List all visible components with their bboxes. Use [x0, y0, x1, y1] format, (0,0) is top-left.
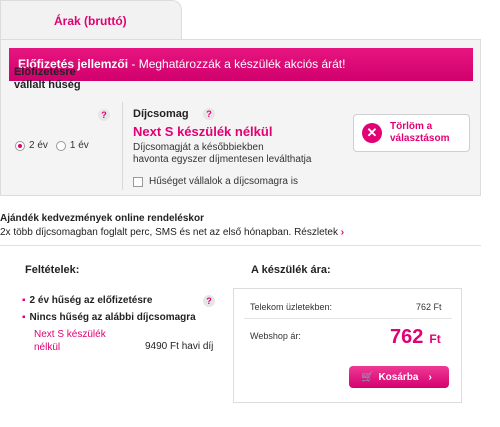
section-divider [0, 245, 481, 246]
bullet-icon: ▪ [22, 312, 26, 323]
add-to-cart-button[interactable]: 🛒 Kosárba › [349, 366, 449, 388]
webshop-price-value: 762 [390, 326, 424, 348]
gift-description: 2x több díjcsomagban foglalt perc, SMS é… [0, 227, 295, 238]
condition-package-line2: nélkül [34, 342, 61, 353]
radio-2-years[interactable] [15, 140, 25, 151]
clear-selection-line1: Törlöm a [390, 121, 433, 132]
condition-item-no-loyalty: ▪ Nincs hűség az alábbi díjcsomagra [22, 312, 196, 323]
price-divider [244, 318, 452, 319]
condition-package-link[interactable]: Next S készülék nélkül [34, 328, 124, 354]
commitment-radio-group: 2 év 1 év [15, 140, 89, 151]
condition-package-line1: Next S készülék [34, 329, 106, 340]
commitment-label-line1: Előfizetésre [14, 66, 76, 78]
condition-package-price: 9490 Ft havi díj [145, 341, 214, 352]
close-icon: ✕ [362, 123, 382, 143]
column-divider [122, 102, 123, 190]
webshop-price-unit: Ft [429, 332, 441, 346]
condition-item-commitment-text: 2 év hűség az előfizetésre [29, 295, 153, 306]
add-to-cart-label: Kosárba [378, 371, 419, 383]
gift-title: Ajándék kedvezmények online rendeléskor [0, 213, 204, 224]
clear-selection-line2: választásom [390, 133, 450, 144]
condition-item-no-loyalty-text: Nincs hűség az alábbi díjcsomagra [29, 312, 196, 323]
plan-description-line1: Díjcsomagját a későbbiekben [133, 142, 264, 153]
plan-description: Díjcsomagját a későbbiekben havonta egys… [133, 142, 323, 166]
radio-1-year[interactable] [55, 140, 66, 151]
store-price-label: Telekom üzletekben: [250, 302, 333, 312]
radio-2-years-label: 2 év [29, 140, 48, 151]
gift-text: 2x több díjcsomagban foglalt perc, SMS é… [0, 227, 344, 238]
conditions-help-icon[interactable]: ? [203, 295, 215, 307]
clear-selection-label: Törlöm a választásom [390, 121, 449, 145]
webshop-price-label: Webshop ár: [250, 331, 301, 341]
condition-item-commitment: ▪ 2 év hűség az előfizetésre [22, 295, 152, 306]
radio-1-year-label: 1 év [69, 140, 89, 151]
plan-title: Díjcsomag [133, 108, 189, 120]
cart-icon: 🛒 [361, 371, 374, 383]
commitment-help-icon[interactable]: ? [98, 109, 110, 121]
loyalty-checkbox[interactable] [133, 176, 143, 187]
clear-selection-button[interactable]: ✕ Törlöm a választásom [353, 114, 470, 152]
webshop-price: 762 Ft [390, 326, 441, 349]
plan-description-line2: havonta egyszer díjmentesen leválthatja [133, 154, 312, 165]
plan-help-icon[interactable]: ? [203, 108, 215, 120]
loyalty-checkbox-label: Hűséget vállalok a díjcsomagra is [149, 176, 298, 187]
plan-name: Next S készülék nélkül [133, 124, 273, 139]
loyalty-checkbox-row[interactable]: Hűséget vállalok a díjcsomagra is [133, 176, 298, 187]
commitment-label: Előfizetésre vállalt hűség [14, 66, 114, 92]
tab-prices[interactable]: Árak (bruttó) [0, 0, 182, 40]
commitment-label-line2: vállalt hűség [14, 79, 81, 91]
plan-title-text: Díjcsomag [133, 108, 189, 120]
chevron-right-icon: › [428, 371, 432, 383]
chevron-right-icon: › [340, 227, 345, 238]
details-link[interactable]: Részletek [294, 227, 338, 238]
tab-label: Árak (bruttó) [54, 14, 127, 28]
conditions-title: Feltételek: [25, 264, 80, 276]
bullet-icon: ▪ [22, 295, 26, 306]
panel-header-subtitle: - Meghatározzák a készülék akciós árát! [128, 57, 346, 71]
store-price-value: 762 Ft [416, 302, 442, 312]
device-price-title: A készülék ára: [251, 264, 331, 276]
